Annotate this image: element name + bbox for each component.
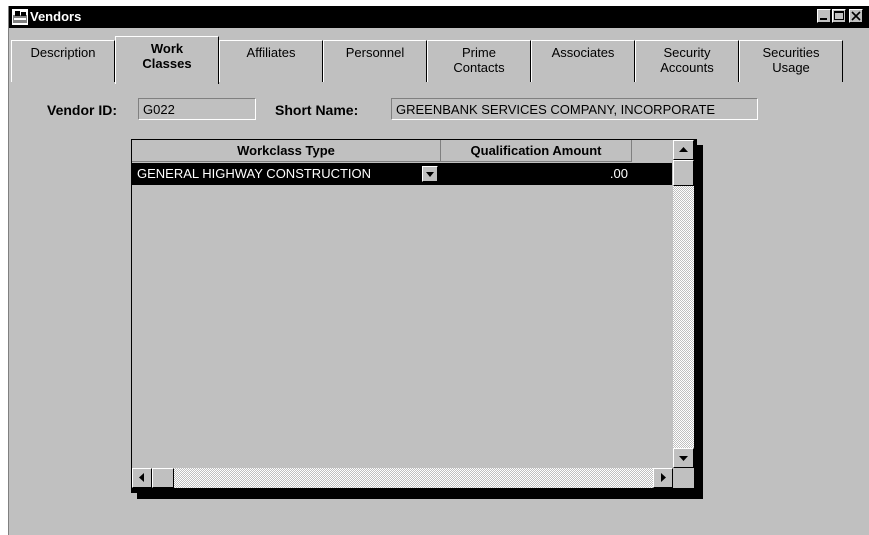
scroll-left-button[interactable] xyxy=(132,468,152,488)
scroll-left-arrow-icon xyxy=(139,473,144,482)
tab-label-line2: Usage xyxy=(772,60,810,75)
scroll-right-button[interactable] xyxy=(653,468,673,488)
scrollbar-corner xyxy=(673,468,694,488)
short-name-label: Short Name: xyxy=(275,102,359,118)
workclass-grid: Workclass Type Qualification Amount GENE… xyxy=(131,139,697,493)
scroll-up-arrow-icon xyxy=(679,147,688,152)
tab-securities-usage[interactable]: Securities Usage xyxy=(739,40,843,82)
maximize-button[interactable] xyxy=(832,9,846,23)
tab-description[interactable]: Description xyxy=(11,40,115,82)
grid-shadow xyxy=(697,145,703,499)
vendors-app-icon xyxy=(12,9,28,25)
maximize-icon xyxy=(834,11,844,20)
tab-label: Securities xyxy=(762,45,820,60)
tab-prime-contacts[interactable]: Prime Contacts xyxy=(427,40,531,82)
workclass-type-cell[interactable]: GENERAL HIGHWAY CONSTRUCTION xyxy=(137,166,371,181)
close-button[interactable] xyxy=(849,9,863,23)
scroll-right-arrow-icon xyxy=(661,473,666,482)
tab-affiliates[interactable]: Affiliates xyxy=(219,40,323,82)
vendor-id-label: Vendor ID: xyxy=(47,102,118,118)
tab-label: Personnel xyxy=(345,45,405,60)
tab-label: Description xyxy=(30,45,96,60)
window-title: Vendors xyxy=(30,9,82,24)
tab-label: Associates xyxy=(551,45,615,60)
tab-associates[interactable]: Associates xyxy=(531,40,635,82)
column-header-workclass-type[interactable]: Workclass Type xyxy=(132,140,441,162)
vertical-scrollbar[interactable] xyxy=(673,140,694,468)
scroll-down-button[interactable] xyxy=(673,448,694,468)
tab-label-line2: Classes xyxy=(142,56,192,71)
tab-security-accounts[interactable]: Security Accounts xyxy=(635,40,739,82)
scroll-up-button[interactable] xyxy=(673,140,694,160)
qualification-amount-cell[interactable]: .00 xyxy=(610,166,628,181)
tab-personnel[interactable]: Personnel xyxy=(323,40,427,82)
chevron-down-icon xyxy=(426,172,434,177)
short-name-field[interactable]: GREENBANK SERVICES COMPANY, INCORPORATE xyxy=(391,98,758,120)
minimize-button[interactable] xyxy=(817,9,831,23)
horizontal-scroll-thumb[interactable] xyxy=(152,468,174,488)
tab-strip: Description Work Classes Affiliates Pers… xyxy=(9,28,869,88)
minimize-icon xyxy=(820,18,827,20)
tab-work-classes[interactable]: Work Classes xyxy=(115,36,219,84)
tab-label-line2: Accounts xyxy=(660,60,714,75)
grid-shadow xyxy=(137,493,703,499)
grid-body: Workclass Type Qualification Amount GENE… xyxy=(132,140,694,488)
vertical-scroll-thumb[interactable] xyxy=(673,160,694,186)
table-row[interactable]: GENERAL HIGHWAY CONSTRUCTION .00 xyxy=(132,163,672,185)
tab-label: Work xyxy=(150,41,184,56)
workclass-type-dropdown-button[interactable] xyxy=(422,166,438,182)
title-bar[interactable]: Vendors xyxy=(9,6,869,28)
vendor-id-field[interactable]: G022 xyxy=(138,98,256,120)
tab-label-line2: Contacts xyxy=(453,60,505,75)
tab-label: Security xyxy=(663,45,711,60)
column-header-qualification-amount[interactable]: Qualification Amount xyxy=(441,140,632,162)
scroll-down-arrow-icon xyxy=(679,456,688,461)
vendors-window: Vendors Description Work Classes Affilia… xyxy=(8,6,869,535)
close-icon xyxy=(851,11,861,21)
horizontal-scrollbar[interactable] xyxy=(132,468,673,488)
tab-label: Prime xyxy=(462,45,496,60)
tab-label: Affiliates xyxy=(246,45,296,60)
